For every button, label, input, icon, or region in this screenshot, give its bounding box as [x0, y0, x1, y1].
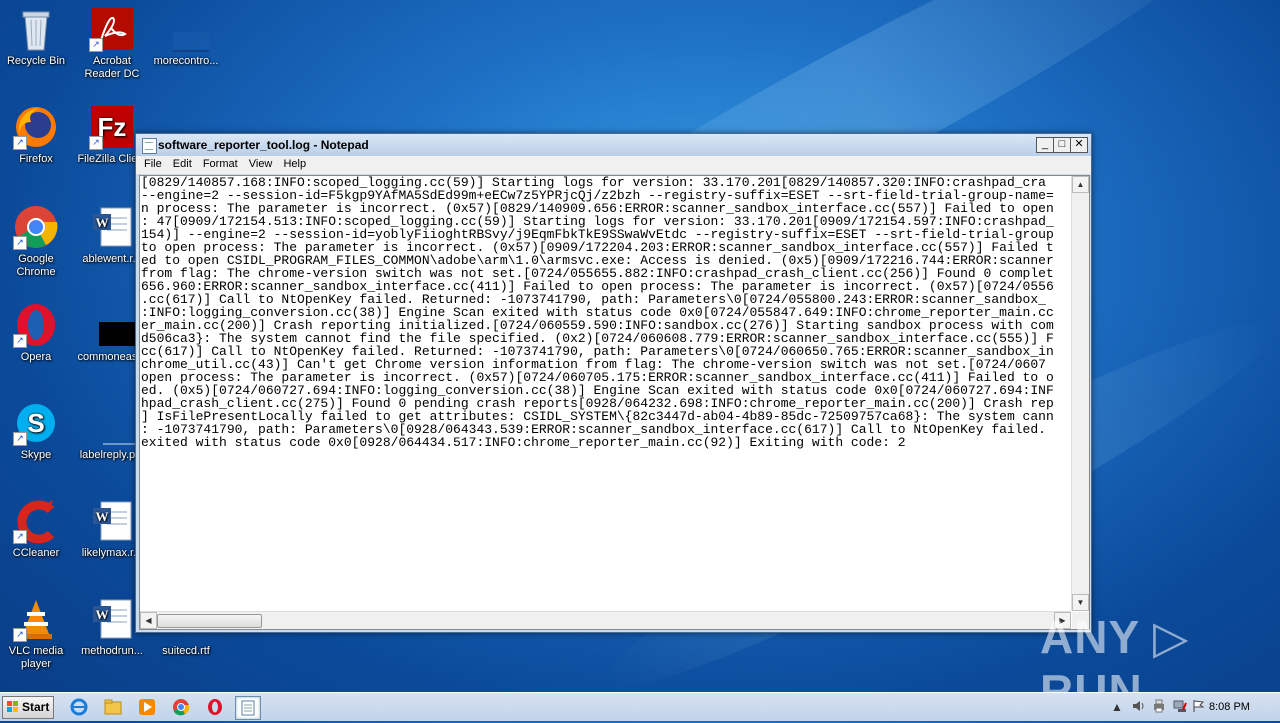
- desktop-icon-vlc[interactable]: ↗ VLC media player: [0, 596, 72, 671]
- notepad-window: software_reporter_tool.log - Notepad _ □…: [135, 133, 1092, 633]
- desktop-icon-label: suitecd.rtf: [162, 645, 210, 657]
- printer-icon[interactable]: [1151, 699, 1167, 715]
- firefox-icon: ↗: [13, 104, 59, 150]
- svg-text:S: S: [27, 408, 44, 438]
- menu-format[interactable]: Format: [199, 156, 242, 172]
- desktop-icon-ccleaner[interactable]: ↗ CCleaner: [0, 498, 72, 560]
- desktop-icon-label: methodrun...: [81, 645, 143, 657]
- file-icon: [89, 302, 147, 348]
- opera-taskbar-icon[interactable]: [203, 696, 227, 718]
- window-titlebar[interactable]: software_reporter_tool.log - Notepad _ □…: [136, 134, 1091, 156]
- menu-edit[interactable]: Edit: [169, 156, 196, 172]
- internet-explorer-icon[interactable]: [67, 696, 91, 718]
- word-document-icon: W: [89, 596, 135, 642]
- taskbar: Start ▲ 8:08 PM: [0, 692, 1280, 721]
- scroll-left-arrow-icon[interactable]: ◀: [140, 612, 157, 629]
- file-icon: [89, 400, 147, 446]
- windows-logo-icon: [7, 701, 18, 712]
- menu-bar: File Edit Format View Help: [136, 156, 1091, 174]
- vlc-icon: ↗: [13, 596, 59, 642]
- desktop-icon-label: Skype: [20, 449, 52, 461]
- svg-text:W: W: [96, 509, 109, 524]
- menu-view[interactable]: View: [245, 156, 277, 172]
- desktop-icon-label: Google Chrome: [16, 253, 56, 278]
- log-line: exited with status code 0x0[0928/064434.…: [141, 435, 906, 450]
- network-icon[interactable]: [1172, 699, 1188, 715]
- desktop-icon-acrobat[interactable]: ↗ Acrobat Reader DC: [76, 6, 148, 81]
- maximize-button[interactable]: □: [1053, 137, 1071, 153]
- desktop-icon-firefox[interactable]: ↗ Firefox: [0, 104, 72, 166]
- desktop-icon-label: CCleaner: [12, 547, 60, 559]
- desktop-icon-label: Opera: [20, 351, 52, 363]
- acrobat-reader-icon: ↗: [89, 6, 135, 52]
- svg-text:W: W: [96, 215, 109, 230]
- shortcut-arrow-icon: ↗: [13, 136, 27, 150]
- close-button[interactable]: ✕: [1070, 137, 1088, 153]
- desktop-icon-chrome[interactable]: ↗ Google Chrome: [0, 204, 72, 279]
- chrome-taskbar-icon[interactable]: [169, 696, 193, 718]
- desktop-icon-label: Recycle Bin: [6, 55, 66, 67]
- text-editor[interactable]: [0829/140857.168:INFO:scoped_logging.cc(…: [139, 175, 1090, 630]
- shortcut-arrow-icon: ↗: [13, 334, 27, 348]
- menu-file[interactable]: File: [140, 156, 166, 172]
- svg-text:W: W: [96, 607, 109, 622]
- shortcut-arrow-icon: ↗: [13, 432, 27, 446]
- start-button[interactable]: Start: [2, 696, 54, 719]
- file-explorer-icon[interactable]: [101, 696, 125, 718]
- desktop-icon-label: VLC media player: [8, 645, 64, 670]
- ccleaner-icon: ↗: [13, 498, 59, 544]
- horizontal-scrollbar[interactable]: ◀ ▶: [140, 611, 1071, 629]
- scroll-up-arrow-icon[interactable]: ▲: [1072, 176, 1089, 193]
- desktop-icon-morecontrol[interactable]: morecontro...: [150, 6, 222, 68]
- file-icon: [163, 6, 221, 52]
- scroll-down-arrow-icon[interactable]: ▼: [1072, 594, 1089, 611]
- word-document-icon: W: [89, 204, 135, 250]
- chevron-up-icon[interactable]: ▲: [1109, 699, 1125, 715]
- skype-icon: S ↗: [13, 400, 59, 446]
- desktop-icon-recycle-bin[interactable]: Recycle Bin: [0, 6, 72, 68]
- desktop-icon-label: Acrobat Reader DC: [84, 55, 140, 80]
- notepad-icon: [142, 138, 157, 154]
- desktop-icon-label: morecontro...: [153, 55, 219, 67]
- vertical-scrollbar[interactable]: ▲ ▼: [1071, 176, 1089, 611]
- opera-icon: ↗: [13, 302, 59, 348]
- shortcut-arrow-icon: ↗: [13, 530, 27, 544]
- shortcut-arrow-icon: ↗: [13, 236, 27, 250]
- minimize-button[interactable]: _: [1036, 137, 1054, 153]
- window-title: software_reporter_tool.log - Notepad: [158, 138, 369, 152]
- desktop-icon-opera[interactable]: ↗ Opera: [0, 302, 72, 364]
- shortcut-arrow-icon: ↗: [13, 628, 27, 642]
- recycle-bin-icon: [13, 6, 59, 52]
- desktop-icon-label: Firefox: [19, 153, 53, 165]
- shortcut-arrow-icon: ↗: [89, 38, 103, 52]
- horizontal-scroll-thumb[interactable]: [157, 614, 262, 628]
- notepad-taskbar-button[interactable]: [235, 696, 261, 720]
- word-document-icon: W: [89, 498, 135, 544]
- desktop-icon-skype[interactable]: S ↗ Skype: [0, 400, 72, 462]
- flag-icon[interactable]: [1190, 699, 1206, 715]
- media-player-icon[interactable]: [135, 696, 159, 718]
- menu-help[interactable]: Help: [279, 156, 310, 172]
- filezilla-icon: Fz ↗: [89, 104, 135, 150]
- log-text[interactable]: [0829/140857.168:INFO:scoped_logging.cc(…: [140, 176, 1071, 611]
- shortcut-arrow-icon: ↗: [89, 136, 103, 150]
- clock[interactable]: 8:08 PM: [1209, 701, 1250, 713]
- start-label: Start: [22, 700, 50, 714]
- chrome-icon: ↗: [13, 204, 59, 250]
- speaker-icon[interactable]: [1130, 699, 1146, 715]
